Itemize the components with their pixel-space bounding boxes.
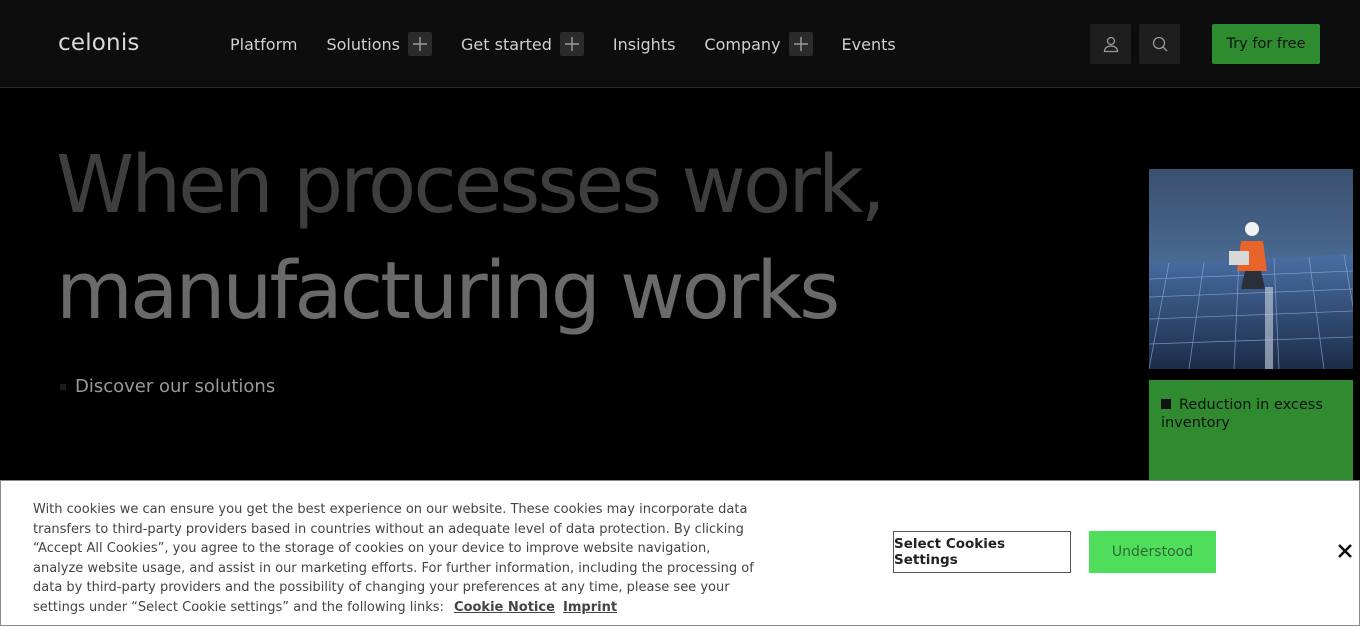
plus-icon[interactable] bbox=[559, 32, 584, 56]
account-button[interactable] bbox=[1090, 24, 1131, 64]
hero-title-line1: When processes work, bbox=[56, 139, 886, 231]
cookie-settings-button[interactable]: Select Cookies Settings bbox=[893, 531, 1071, 573]
nav-platform[interactable]: Platform bbox=[230, 35, 297, 54]
site-header: celonis Platform Solutions Get started I… bbox=[0, 0, 1360, 88]
celonis-logo[interactable]: celonis bbox=[58, 30, 140, 56]
nav-get-started-label: Get started bbox=[461, 34, 552, 54]
stat-label: Reduction in excess inventory bbox=[1161, 397, 1323, 431]
square-icon bbox=[1161, 399, 1171, 409]
nav-insights[interactable]: Insights bbox=[613, 35, 676, 54]
main-nav: Platform Solutions Get started Insights … bbox=[230, 0, 925, 88]
nav-get-started[interactable]: Get started bbox=[461, 32, 584, 56]
plus-icon[interactable] bbox=[408, 32, 432, 56]
nav-insights-label: Insights bbox=[612, 34, 676, 54]
plus-icon[interactable] bbox=[788, 32, 813, 56]
nav-solutions[interactable]: Solutions bbox=[326, 32, 432, 56]
hero-title-line2: manufacturing works bbox=[56, 245, 840, 337]
cookie-text-block: With cookies we can ensure you get the b… bbox=[33, 500, 763, 617]
nav-events-label: Events bbox=[841, 34, 896, 54]
nav-events[interactable]: Events bbox=[842, 35, 896, 54]
user-icon bbox=[1103, 36, 1118, 53]
solar-worker-photo bbox=[1149, 169, 1353, 369]
nav-solutions-label: Solutions bbox=[326, 34, 400, 54]
cookie-description: With cookies we can ensure you get the b… bbox=[33, 502, 754, 615]
cookie-notice-link[interactable]: Cookie Notice bbox=[454, 600, 555, 615]
understood-button[interactable]: Understood bbox=[1089, 531, 1216, 573]
close-icon[interactable] bbox=[1335, 541, 1355, 561]
search-button[interactable] bbox=[1139, 24, 1180, 64]
try-for-free-button[interactable]: Try for free bbox=[1212, 24, 1320, 64]
nav-company-label: Company bbox=[704, 34, 781, 54]
search-icon bbox=[1152, 36, 1167, 52]
cookie-banner: With cookies we can ensure you get the b… bbox=[0, 480, 1360, 626]
nav-company[interactable]: Company bbox=[704, 32, 813, 56]
stat-card: Reduction in excess inventory bbox=[1149, 380, 1353, 480]
discover-solutions-link[interactable]: Discover our solutions bbox=[60, 376, 275, 397]
discover-label: Discover our solutions bbox=[75, 376, 276, 397]
imprint-link[interactable]: Imprint bbox=[563, 600, 617, 615]
bullet-icon bbox=[60, 383, 66, 390]
nav-platform-label: Platform bbox=[230, 34, 298, 54]
